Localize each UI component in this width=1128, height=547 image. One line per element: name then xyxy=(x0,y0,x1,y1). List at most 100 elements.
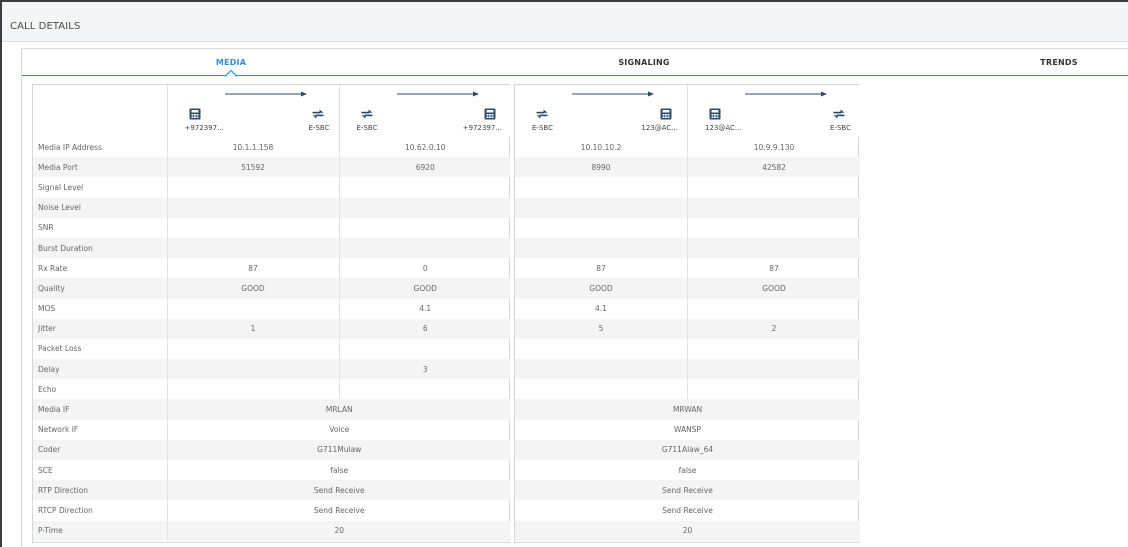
shared-metric-cell: false xyxy=(330,465,349,475)
metric-cell: GOOD xyxy=(167,278,340,299)
metric-cell: 0 xyxy=(422,263,428,273)
table-row: WANSP xyxy=(515,420,860,440)
shared-metric-cell: WANSP xyxy=(673,425,702,435)
metric-cell xyxy=(687,237,860,259)
table-row xyxy=(515,359,860,380)
source-endpoint-label: E-SBC xyxy=(356,124,378,132)
table-row: 4.1 xyxy=(515,298,860,319)
shared-metric-cell: G711Alaw_64 xyxy=(515,439,860,460)
call-details-window: CALL DETAILS MEDIA SIGNALING TRENDS +972… xyxy=(0,0,1128,547)
shared-metric-cell: Send Receive xyxy=(167,480,511,501)
dest-endpoint-label: 123@AC... xyxy=(641,124,678,132)
metric-cell: 6 xyxy=(339,318,511,339)
table-row xyxy=(515,379,861,400)
shared-metric-cell: MRLAN xyxy=(167,399,511,420)
table-row: Send Receive xyxy=(515,480,860,501)
metric-cell: 8990 xyxy=(515,157,688,178)
metric-cell xyxy=(515,379,688,400)
metric-cell: 1 xyxy=(167,318,340,339)
header-corner xyxy=(33,85,168,137)
window-title: CALL DETAILS xyxy=(10,21,81,32)
metric-cell xyxy=(339,177,511,197)
metric-cell: GOOD xyxy=(687,278,860,299)
table-row: RTP Direction Send Receive xyxy=(33,480,511,501)
table-row: RTCP Direction Send Receive xyxy=(33,500,511,521)
table-row: GOOD GOOD xyxy=(515,278,860,299)
row-label: Burst Duration xyxy=(33,237,168,259)
metric-cell xyxy=(167,379,340,400)
table-row: SCE false xyxy=(33,460,511,481)
direction-header: E-SBC 123@AC... xyxy=(515,85,688,137)
metric-cell xyxy=(515,237,688,259)
tab-media[interactable]: MEDIA xyxy=(216,58,246,67)
row-label: Media Port xyxy=(33,157,168,178)
endpoint-pair: E-SBC +972397... xyxy=(340,85,512,137)
metric-cell: 3 xyxy=(339,359,511,380)
metric-cell xyxy=(688,379,861,399)
source-endpoint-label: +972397... xyxy=(184,124,224,132)
sbc-icon xyxy=(361,109,372,119)
dest-endpoint-label: E-SBC xyxy=(308,124,330,132)
table-row: Coder G711Mulaw xyxy=(33,439,511,460)
sbc-icon xyxy=(312,109,323,119)
table-row: MOS 4.1 xyxy=(33,298,511,319)
metric-cell xyxy=(339,237,511,259)
phone-icon xyxy=(189,108,200,120)
direction-header: E-SBC +972397... xyxy=(339,85,511,137)
table-row: 8990 42582 xyxy=(515,157,860,178)
direction-arrow-icon xyxy=(224,91,307,97)
metric-cell: 6920 xyxy=(339,157,511,178)
metric-cell: 87 xyxy=(769,263,779,273)
metric-cell xyxy=(167,359,340,380)
metric-cell xyxy=(339,197,511,218)
table-row xyxy=(515,217,861,238)
metric-cell: 10.9.9.130 xyxy=(753,142,795,152)
table-row: Burst Duration xyxy=(33,237,511,259)
row-label: Rx Rate xyxy=(33,258,168,279)
table-row: Send Receive xyxy=(515,500,860,520)
row-label: Quality xyxy=(33,278,168,299)
direction-header: 123@AC... E-SBC xyxy=(687,85,860,137)
phone-icon xyxy=(660,108,671,120)
metric-cell xyxy=(167,197,340,218)
row-label: MOS xyxy=(33,298,168,319)
shared-metric-cell: 20 xyxy=(515,520,860,541)
metric-cell: 5 xyxy=(515,318,688,339)
shared-metric-cell: Send Receive xyxy=(515,480,860,501)
endpoint-header-row: +972397... E-SBC E-SBC +972397... xyxy=(33,85,511,137)
table-row: SNR xyxy=(33,217,511,238)
source-endpoint-label: E-SBC xyxy=(532,124,553,132)
metric-cell xyxy=(167,237,340,259)
row-label: Network IF xyxy=(33,419,168,440)
metric-cell: 42582 xyxy=(687,157,860,178)
metric-cell xyxy=(515,177,688,198)
metric-cell: GOOD xyxy=(339,278,511,299)
table-row: G711Alaw_64 xyxy=(515,439,860,460)
table-row: Media IP Address 10.1.1.158 10.62.0.10 xyxy=(33,137,511,158)
metric-cell xyxy=(339,379,511,399)
table-row: Packet Loss xyxy=(33,338,511,360)
direction-arrow-icon xyxy=(396,91,479,97)
table-row: false xyxy=(515,460,860,480)
table-row: 52 xyxy=(515,318,860,339)
shared-metric-cell: false xyxy=(678,465,697,475)
table-row: Delay 3 xyxy=(33,359,511,380)
active-tab-caret xyxy=(225,69,237,77)
metric-cell xyxy=(688,218,861,238)
tab-trends[interactable]: TRENDS xyxy=(1040,58,1077,67)
tab-signaling[interactable]: SIGNALING xyxy=(618,58,669,67)
shared-metric-cell: Send Receive xyxy=(313,505,365,515)
metric-cell xyxy=(515,359,688,380)
metric-cell: 10.10.10.2 xyxy=(515,137,688,158)
row-label: Echo xyxy=(33,379,168,400)
row-label: RTCP Direction xyxy=(33,500,168,521)
table-row: Echo xyxy=(33,379,511,400)
metric-cell xyxy=(167,338,340,360)
row-label: Noise Level xyxy=(33,197,168,218)
metric-cell: 10.62.0.10 xyxy=(404,142,446,152)
metric-cell xyxy=(167,298,340,319)
shared-metric-cell: Voice xyxy=(329,425,350,435)
metric-cell xyxy=(688,177,861,197)
metric-cell: 87 xyxy=(167,258,340,279)
row-label: Delay xyxy=(33,359,168,380)
